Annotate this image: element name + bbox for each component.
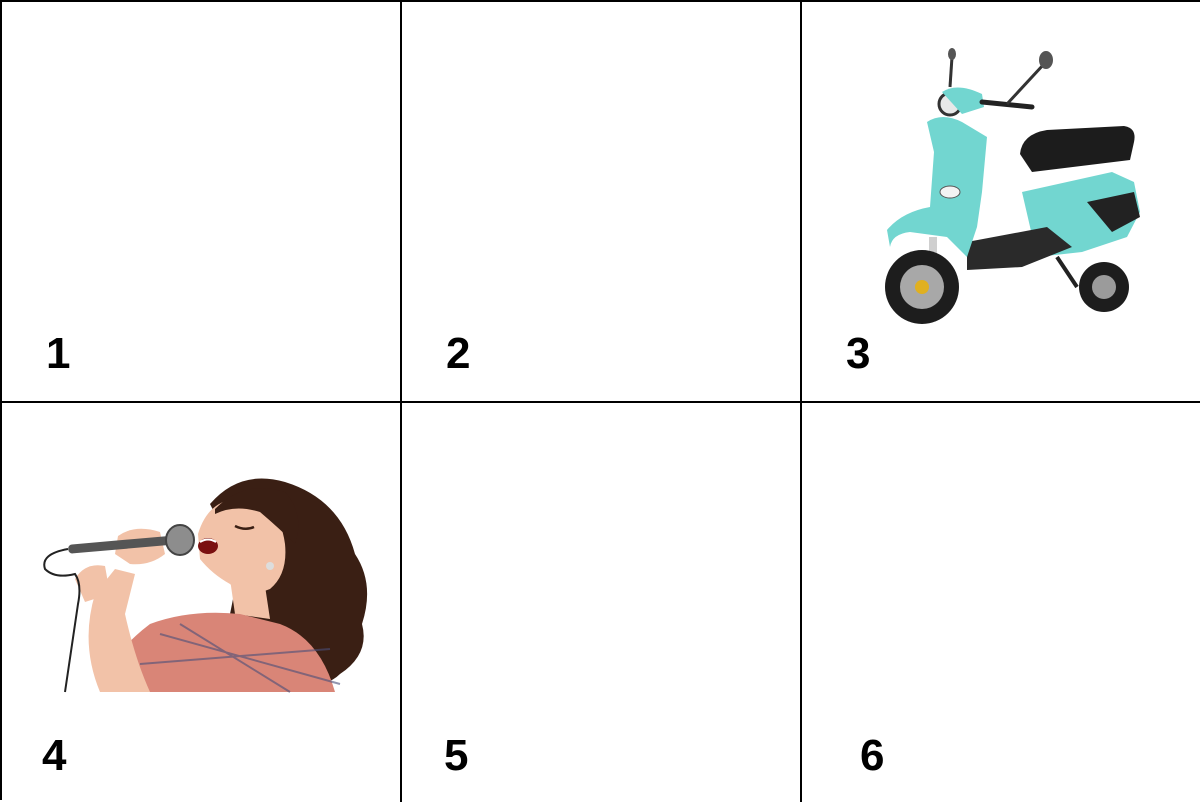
grid-cell-4: 4	[2, 402, 402, 802]
grid-cell-1: 1	[2, 2, 402, 402]
cell-number-5: 5	[444, 731, 469, 780]
grid-cell-5: 5	[402, 402, 802, 802]
cell-number-6: 6	[860, 731, 885, 780]
scooter-front-body	[887, 117, 987, 257]
microphone-cable	[43, 548, 81, 693]
scooter-seat	[1020, 126, 1135, 172]
cell-number-3: 3	[846, 329, 871, 378]
scooter-image	[885, 48, 1140, 324]
microphone-head	[165, 524, 195, 556]
grid-cell-6: 6	[802, 402, 1200, 802]
grid-divider-horizontal	[2, 401, 1200, 403]
singer-image	[43, 478, 368, 693]
cell-number-1: 1	[46, 329, 71, 378]
cell-number-4: 4	[42, 731, 67, 780]
grid-cell-3: 3	[802, 2, 1200, 402]
cell-number-2: 2	[446, 329, 471, 378]
image-grid: 1 2 3 4 5 6	[0, 0, 1200, 802]
grid-cell-2: 2	[402, 2, 802, 402]
